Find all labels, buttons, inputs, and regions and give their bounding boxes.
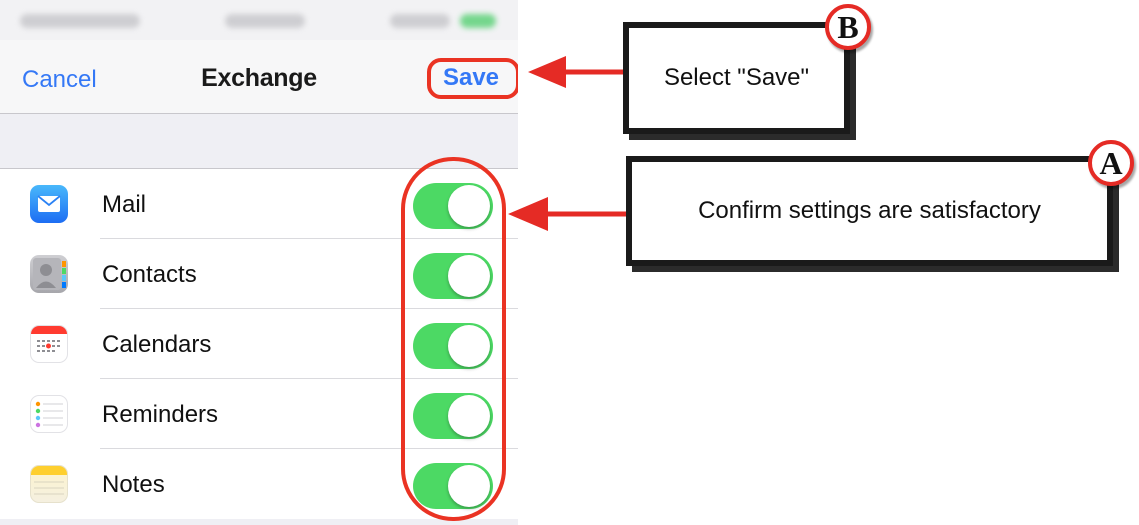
callout-text: Select "Save": [663, 64, 810, 91]
callout-text: Confirm settings are satisfactory: [698, 197, 1041, 224]
step-badge-b: B: [825, 4, 871, 50]
callout-confirm-settings: Confirm settings are satisfactory: [626, 156, 1113, 266]
arrow-to-toggles: [508, 197, 626, 231]
step-badge-a: A: [1088, 140, 1134, 186]
callout-select-save: Select "Save": [623, 22, 850, 134]
arrow-to-save: [528, 56, 623, 88]
